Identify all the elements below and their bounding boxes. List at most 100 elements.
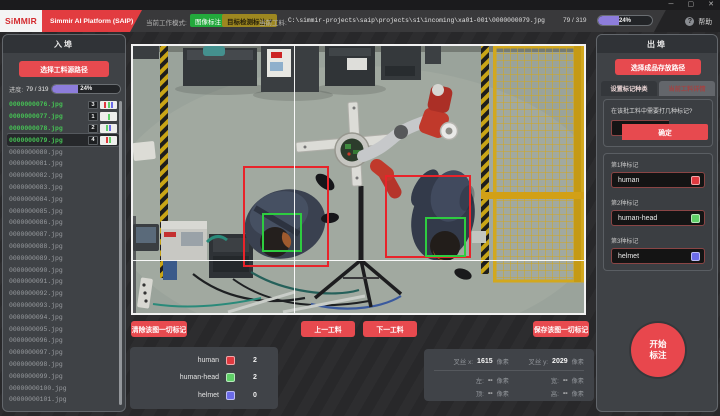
output-port-panel: 出埠 选择成品存放路径 设置标记种类当前工料详情 在该批工料中需要打几种标记? … <box>596 34 718 412</box>
legend-color-chip[interactable] <box>226 356 235 365</box>
file-class-color-bars <box>100 112 117 121</box>
file-list-item[interactable]: 0000000080.jpg <box>7 146 119 158</box>
help-button[interactable]: 帮助 <box>698 16 712 26</box>
label-group: 第2种标记human-head <box>611 198 705 226</box>
legend-class-count: 0 <box>242 392 268 399</box>
save-all-marks-button[interactable]: 保存该图一切标记 <box>533 321 589 337</box>
legend-color-chip[interactable] <box>226 391 235 400</box>
tab-set-label-types[interactable]: 设置标记种类 <box>601 81 657 96</box>
clear-all-marks-button[interactable]: 清除该图一切标记 <box>131 321 187 337</box>
app-logo: SiMMIR <box>0 10 42 32</box>
close-icon[interactable]: ✕ <box>708 0 714 10</box>
file-name: 0000000077.jpg <box>9 113 86 120</box>
file-name: 0000000081.jpg <box>9 160 117 167</box>
file-list-item[interactable]: 0000000076.jpg3 <box>7 99 119 111</box>
right-panel-tabs: 设置标记种类当前工料详情 <box>601 81 715 96</box>
label-name-input[interactable]: helmet <box>611 248 705 264</box>
legend-class-label: helmet <box>198 392 219 399</box>
file-list-item[interactable]: 0000000094.jpg <box>7 311 119 323</box>
label-name-input[interactable]: human <box>611 172 705 188</box>
bbox-human-head[interactable] <box>262 213 302 252</box>
legend-row: helmet 0 <box>140 391 268 400</box>
confirm-button[interactable]: 确定 <box>622 124 708 140</box>
bbox-human-head[interactable] <box>425 217 466 257</box>
next-item-button[interactable]: 下一工料 <box>363 321 417 337</box>
file-list-item[interactable]: 0000000096.jpg <box>7 335 119 347</box>
output-port-header: 出埠 <box>597 35 717 53</box>
file-name: 0000000080.jpg <box>9 149 117 156</box>
top-progress-counter: 79 / 319 <box>563 17 587 24</box>
file-list-item[interactable]: 0000000098.jpg <box>7 359 119 371</box>
file-list-item[interactable]: 0000000085.jpg <box>7 205 119 217</box>
file-list-item[interactable]: 0000000092.jpg <box>7 288 119 300</box>
app-title: Simmir AI Platform (SAIP) <box>50 18 133 25</box>
maximize-icon[interactable]: ▢ <box>688 0 695 10</box>
start-annotation-button[interactable]: 开始 标注 <box>631 323 685 377</box>
label-group: 第3种标记helmet <box>611 236 705 264</box>
progress-counter: 79 / 319 <box>26 86 48 93</box>
file-name: 0000000098.jpg <box>9 361 117 368</box>
legend-class-label: human <box>198 357 219 364</box>
label-color-chip[interactable] <box>691 252 700 261</box>
legend-row: human2 <box>140 356 268 365</box>
label-color-chip[interactable] <box>691 214 700 223</box>
help-icon[interactable]: ? <box>685 17 694 26</box>
file-name: 0000000088.jpg <box>9 243 117 250</box>
file-name: 0000000090.jpg <box>9 267 117 274</box>
image-viewer[interactable] <box>131 44 586 315</box>
file-name: 0000000099.jpg <box>9 373 117 380</box>
file-list-item[interactable]: 0000000090.jpg <box>7 264 119 276</box>
file-list-item[interactable]: 0000000093.jpg <box>7 300 119 312</box>
tab-current-item-details[interactable]: 当前工料详情 <box>659 81 715 96</box>
file-name: 00000000101.jpg <box>9 396 117 403</box>
label-name-input[interactable]: human-head <box>611 210 705 226</box>
crosshair-x-label: 叉丝 x: <box>454 357 474 366</box>
coordinate-stats-panel: 叉丝 x: 1615 像素 叉丝 y: 2029 像素 左: -- 像素 宽: … <box>424 349 594 401</box>
file-list-item[interactable]: 0000000086.jpg <box>7 217 119 229</box>
file-list-item[interactable]: 0000000084.jpg <box>7 193 119 205</box>
label-count-box: 在该批工料中需要打几种标记? 3 确定 <box>603 99 713 147</box>
box-width-label: 宽: <box>551 376 559 385</box>
file-name: 0000000087.jpg <box>9 231 117 238</box>
file-name: 0000000097.jpg <box>9 349 117 356</box>
legend-color-chip[interactable] <box>226 373 235 382</box>
select-source-path-button[interactable]: 选择工料源路径 <box>19 61 109 77</box>
label-color-chip[interactable] <box>691 176 700 185</box>
file-list-item[interactable]: 0000000095.jpg <box>7 323 119 335</box>
legend-row: human-head2 <box>140 373 268 382</box>
file-list-item[interactable]: 0000000097.jpg <box>7 347 119 359</box>
file-class-color-bars <box>100 136 117 145</box>
file-list-item[interactable]: 00000000101.jpg <box>7 394 119 406</box>
box-width-value: -- <box>563 377 568 384</box>
file-list-item[interactable]: 0000000081.jpg <box>7 158 119 170</box>
box-height-value: -- <box>563 390 568 397</box>
file-list-item[interactable]: 0000000089.jpg <box>7 252 119 264</box>
file-mark-count-badge: 2 <box>88 124 98 133</box>
file-list-item[interactable]: 0000000091.jpg <box>7 276 119 288</box>
crosshair-y-value: 2029 <box>552 358 568 365</box>
file-list-item[interactable]: 00000000100.jpg <box>7 382 119 394</box>
top-progress-bar: 24% <box>597 15 653 26</box>
label-name-value: human-head <box>618 215 691 222</box>
left-progress-row: 进度: 79 / 319 24% <box>9 83 121 95</box>
file-list-item[interactable]: 0000000077.jpg1 <box>7 111 119 123</box>
crosshair-vertical-line <box>294 46 295 313</box>
previous-item-button[interactable]: 上一工料 <box>301 321 355 337</box>
select-output-path-button[interactable]: 选择成品存放路径 <box>615 59 701 75</box>
label-name-value: helmet <box>618 253 691 260</box>
file-list-item[interactable]: 0000000099.jpg <box>7 370 119 382</box>
file-list-item[interactable]: 0000000079.jpg4 <box>7 134 119 146</box>
file-list-item[interactable]: 0000000088.jpg <box>7 241 119 253</box>
file-list-item[interactable]: 0000000083.jpg <box>7 182 119 194</box>
box-height-label: 高: <box>551 389 559 398</box>
file-name: 0000000083.jpg <box>9 184 117 191</box>
file-list-item[interactable]: 0000000078.jpg2 <box>7 123 119 135</box>
left-progress-percent: 24% <box>52 85 120 93</box>
box-left-label: 左: <box>476 376 484 385</box>
file-list-item[interactable]: 0000000087.jpg <box>7 229 119 241</box>
minimize-icon[interactable]: ─ <box>669 0 674 10</box>
workshop-photo <box>133 46 584 313</box>
file-list-scrollbar[interactable] <box>119 101 122 405</box>
file-list-item[interactable]: 0000000082.jpg <box>7 170 119 182</box>
label-count-question: 在该批工料中需要打几种标记? <box>611 106 705 115</box>
